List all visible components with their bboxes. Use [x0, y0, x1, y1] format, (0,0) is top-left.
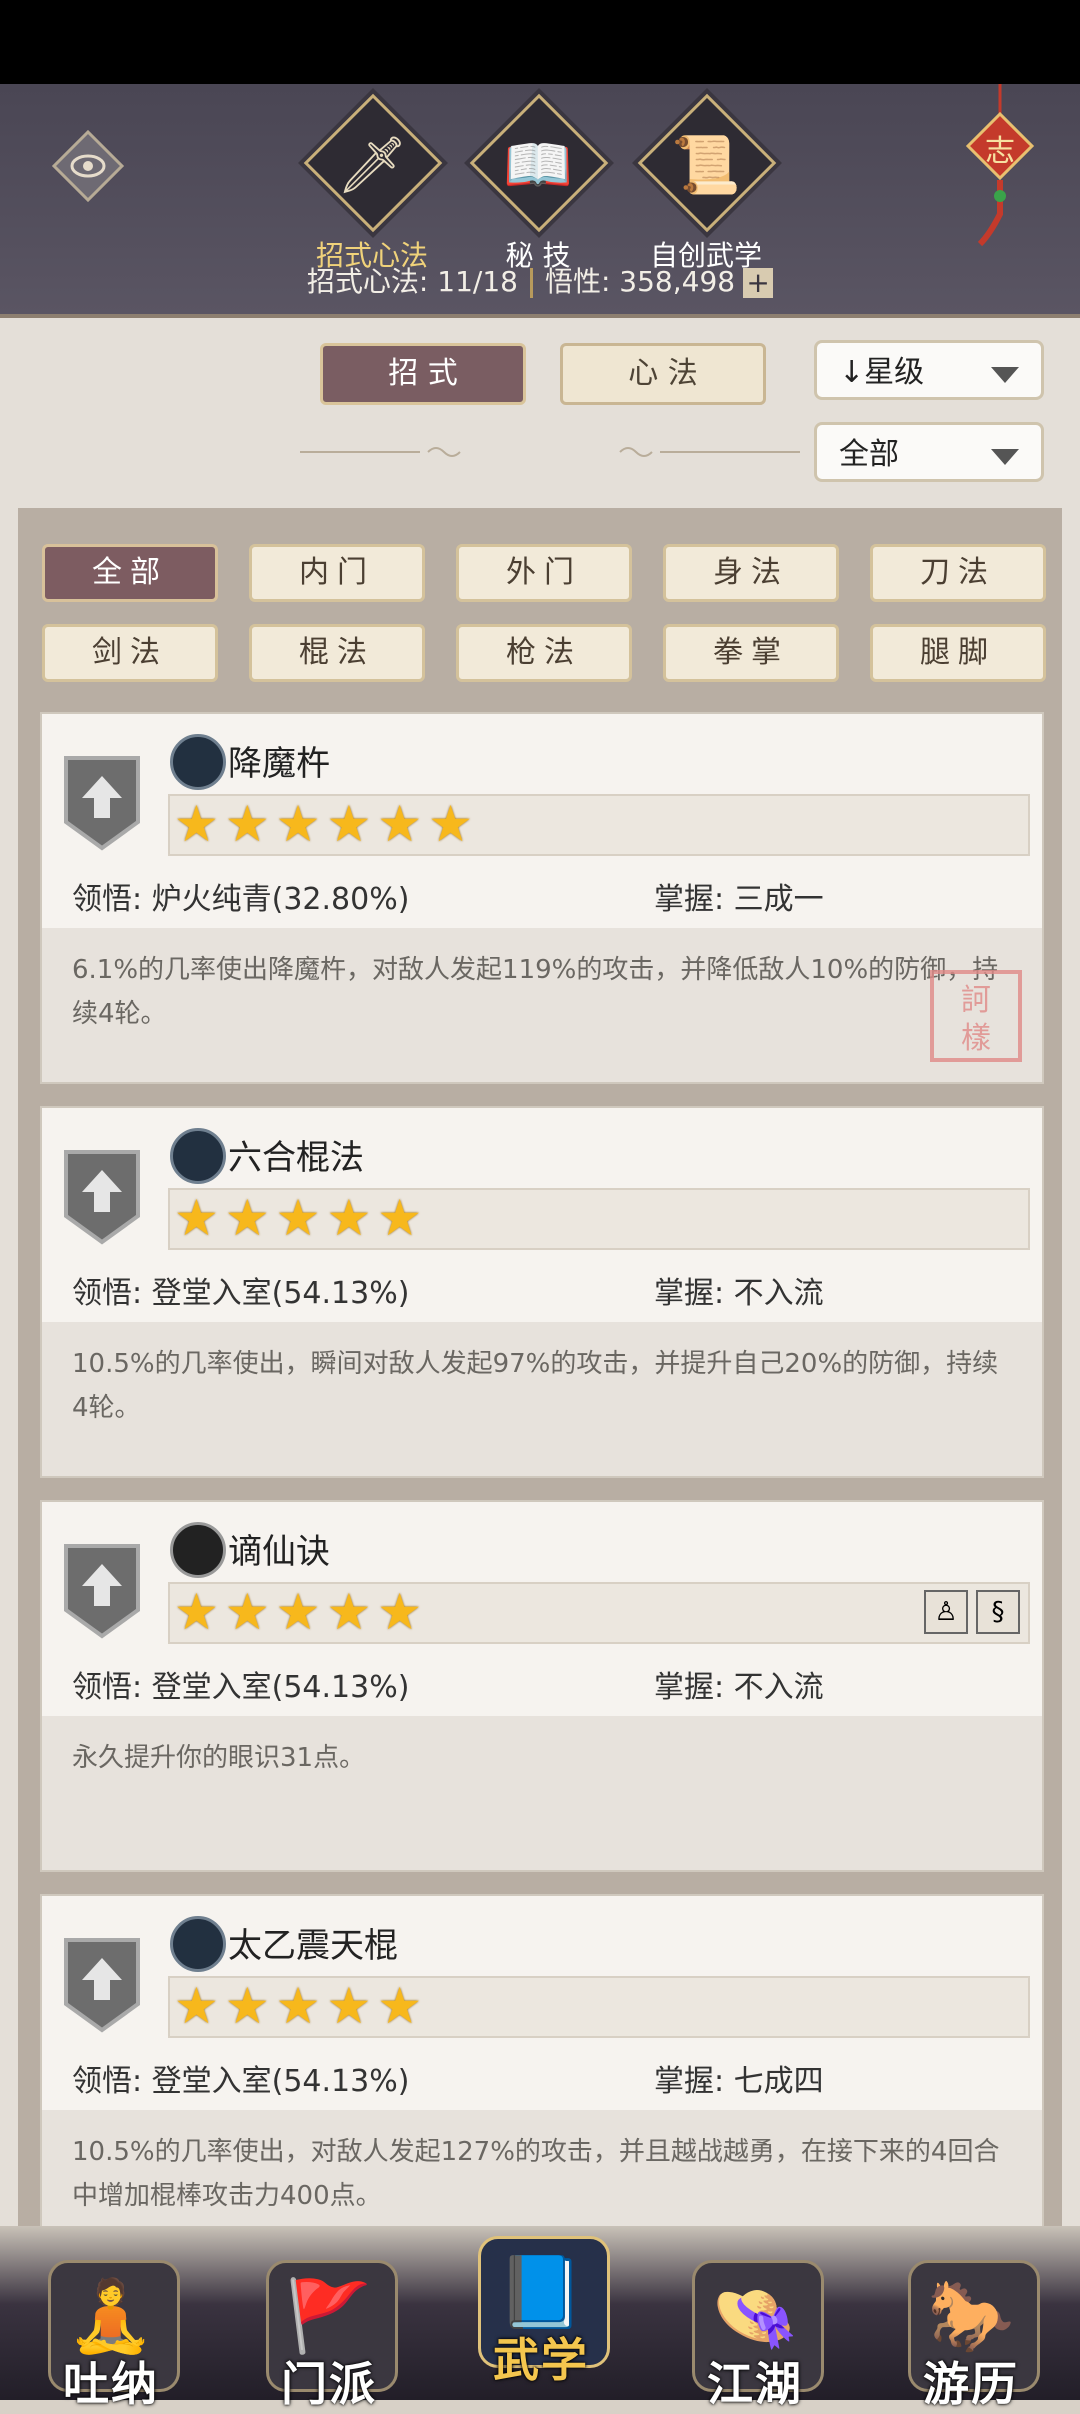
filter-kick[interactable]: 腿脚 — [870, 624, 1046, 682]
wisdom-value: 悟性: 358,498 — [544, 265, 736, 298]
knot-ornament-button[interactable]: 志 — [960, 84, 1040, 254]
tab-moves-methods[interactable]: 🗡 招式心法 — [292, 93, 452, 272]
filter-outer[interactable]: 外门 — [456, 544, 632, 602]
star-rating: ★★★★★ — [168, 1188, 1030, 1250]
staff-icon — [170, 1916, 226, 1972]
status-bar — [0, 0, 1080, 84]
filter-all[interactable]: 全部 — [42, 544, 218, 602]
tab-secret-skills[interactable]: 📖 秘 技 — [458, 93, 618, 272]
stars-6: ★★★★★★ — [174, 795, 479, 853]
scroll-icon: 📜 — [671, 133, 741, 198]
star-rating: ★★★★★ ♙ § — [168, 1582, 1030, 1644]
filter-fist[interactable]: 拳掌 — [663, 624, 839, 682]
staff-icon — [170, 734, 226, 790]
bottom-nav: 🧘 吐纳 🚩 门派 📘 武学 👒 江湖 🐎 游历 — [0, 2226, 1080, 2411]
filter-staff[interactable]: 棍法 — [249, 624, 425, 682]
yin-yang-icon — [170, 1522, 226, 1578]
nav-breathing[interactable]: 🧘 吐纳 — [36, 2250, 186, 2411]
chevron-down-icon — [991, 367, 1019, 383]
scope-select[interactable]: 全部 — [814, 422, 1044, 482]
nav-jianghu[interactable]: 👒 江湖 — [680, 2250, 830, 2411]
skill-card[interactable]: 降魔杵 ★★★★★★ 领悟: 炉火纯青(32.80%) 掌握: 三成一 6.1%… — [40, 712, 1044, 1084]
nav-travel[interactable]: 🐎 游历 — [896, 2250, 1046, 2411]
figure-tag-icon: ♙ — [924, 1590, 968, 1634]
skill-card[interactable]: 太乙震天棍 ★★★★★ 领悟: 登堂入室(54.13%) 掌握: 七成四 10.… — [40, 1894, 1044, 2266]
stats-bar: 招式心法: 11/18 悟性: 358,498 + — [0, 260, 1080, 300]
upgrade-shield-icon — [64, 1938, 140, 2033]
book-icon: 📖 — [503, 133, 573, 198]
filter-sword[interactable]: 剑法 — [42, 624, 218, 682]
mode-tab-moves[interactable]: 招 式 — [320, 343, 526, 405]
eye-button[interactable] — [51, 129, 125, 203]
add-wisdom-button[interactable]: + — [743, 268, 774, 298]
chevron-down-icon — [991, 449, 1019, 465]
ornament-divider — [300, 447, 800, 457]
moves-count: 招式心法: 11/18 — [306, 265, 518, 298]
skill-card[interactable]: 谪仙诀 ★★★★★ ♙ § 领悟: 登堂入室(54.13%) 掌握: 不入流 永… — [40, 1500, 1044, 1872]
upgrade-shield-icon — [64, 1544, 140, 1639]
upgrade-shield-icon — [64, 756, 140, 851]
staff-icon — [170, 1128, 226, 1184]
sort-arrow-icon: ↓ — [839, 355, 865, 390]
star-rating: ★★★★★★ — [168, 794, 1030, 856]
stars-5: ★★★★★ — [174, 1977, 429, 2035]
filter-body[interactable]: 身法 — [663, 544, 839, 602]
svg-text:訶: 訶 — [961, 983, 991, 1018]
filter-spear[interactable]: 枪法 — [456, 624, 632, 682]
header: 🗡 招式心法 📖 秘 技 📜 自创武学 志 招式心法: 11/18 悟性: 358… — [0, 84, 1080, 318]
stars-5: ★★★★★ — [174, 1189, 429, 1247]
mode-tab-methods[interactable]: 心 法 — [560, 343, 766, 405]
seal-stamp-icon: 訶 樣 — [930, 970, 1022, 1062]
stars-5: ★★★★★ — [174, 1583, 429, 1641]
nav-martial-arts[interactable]: 📘 武学 — [466, 2226, 616, 2387]
skill-card[interactable]: 六合棍法 ★★★★★ 领悟: 登堂入室(54.13%) 掌握: 不入流 10.5… — [40, 1106, 1044, 1478]
eye-icon — [51, 129, 125, 203]
sort-select[interactable]: ↓星级 — [814, 340, 1044, 400]
svg-text:樣: 樣 — [961, 1021, 991, 1056]
sword-icon: 🗡 — [336, 133, 408, 198]
wave-tag-icon: § — [976, 1590, 1020, 1634]
upgrade-shield-icon — [64, 1150, 140, 1245]
filter-blade[interactable]: 刀法 — [870, 544, 1046, 602]
tab-self-created[interactable]: 📜 自创武学 — [626, 93, 786, 272]
nav-sect[interactable]: 🚩 门派 — [254, 2250, 404, 2411]
star-rating: ★★★★★ — [168, 1976, 1030, 2038]
filter-inner[interactable]: 内门 — [249, 544, 425, 602]
